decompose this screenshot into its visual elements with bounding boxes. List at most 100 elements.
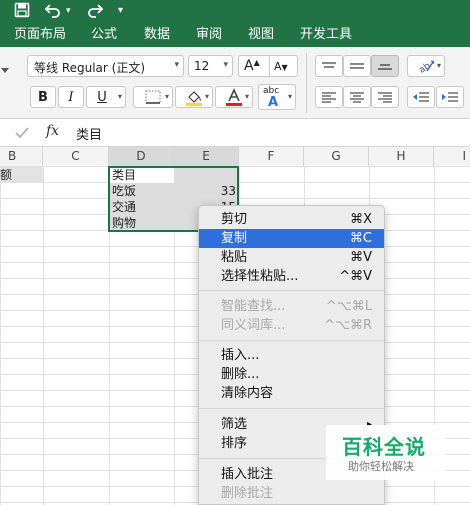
- menu-item-paste-special[interactable]: 选择性粘贴... ^⌘V: [199, 267, 384, 286]
- font-color-dropdown-icon[interactable]: ▾: [245, 92, 249, 101]
- thesaurus-label: 同义词库...: [221, 318, 286, 333]
- align-top-icon: [322, 62, 336, 68]
- watermark: 百科全说 助你轻松解决: [326, 425, 446, 480]
- paste-special-label: 选择性粘贴...: [221, 269, 299, 284]
- menu-item-insert[interactable]: 插入...: [199, 346, 384, 365]
- insert-comment-label: 插入批注: [221, 467, 274, 482]
- clear-contents-label: 清除内容: [221, 386, 274, 401]
- font-grow-shrink-group: A▲ A▼: [238, 55, 298, 77]
- align-top-button[interactable]: [315, 55, 343, 77]
- align-left-button[interactable]: [315, 86, 343, 108]
- insert-label: 插入...: [221, 348, 260, 363]
- orientation-icon: ab: [418, 60, 435, 74]
- column-header-g[interactable]: G: [304, 147, 369, 166]
- save-icon[interactable]: [14, 2, 30, 20]
- undo-icon[interactable]: [44, 2, 62, 20]
- phonetic-a-icon: A: [268, 95, 279, 110]
- decrease-indent-icon: [413, 92, 429, 102]
- column-header-h[interactable]: H: [369, 147, 434, 166]
- sort-label: 排序: [221, 436, 248, 451]
- column-header-i[interactable]: I: [434, 147, 470, 166]
- ribbon-home-panel: 等线 Regular (正文) ▾ 12 ▾ A▲ A▼ B I U ▾ ▾ ▾…: [0, 47, 470, 119]
- tab-data[interactable]: 数据: [144, 24, 170, 46]
- align-bottom-button[interactable]: [371, 55, 399, 77]
- cut-shortcut: ⌘X: [350, 212, 372, 227]
- paste-special-shortcut: ^⌘V: [339, 269, 372, 284]
- column-header-e[interactable]: E: [174, 147, 239, 166]
- filter-label: 筛选: [221, 417, 248, 432]
- orientation-dropdown-icon[interactable]: ▾: [437, 61, 441, 70]
- underline-dropdown-icon[interactable]: ▾: [118, 92, 122, 101]
- customize-qat-icon[interactable]: ▾: [118, 2, 123, 20]
- fill-color-button[interactable]: ▾: [175, 86, 213, 108]
- align-left-icon: [322, 92, 336, 103]
- watermark-subtitle: 助你轻松解决: [348, 460, 414, 473]
- menu-separator: [199, 290, 384, 291]
- menu-item-smart-lookup[interactable]: 智能查找... ^⌥⌘L: [199, 297, 384, 316]
- phonetic-guide-button[interactable]: abc A ▾: [258, 84, 296, 110]
- menu-item-delete-comment[interactable]: 删除批注: [199, 484, 384, 503]
- decrease-indent-button[interactable]: [407, 86, 435, 108]
- phonetic-dropdown-icon[interactable]: ▾: [288, 92, 292, 101]
- thesaurus-shortcut: ^⌥⌘R: [324, 318, 372, 333]
- copy-shortcut: ⌘C: [349, 231, 372, 246]
- orientation-button[interactable]: ab ▾: [407, 55, 445, 77]
- fill-color-dropdown-icon[interactable]: ▾: [205, 92, 209, 101]
- increase-indent-button[interactable]: [436, 86, 464, 108]
- underline-label: U: [97, 89, 107, 105]
- increase-font-size-icon[interactable]: A▲: [244, 58, 260, 74]
- tab-page-layout[interactable]: 页面布局: [14, 24, 66, 46]
- column-header-f[interactable]: F: [239, 147, 304, 166]
- paste-label: 粘贴: [221, 250, 248, 265]
- font-color-icon: [226, 88, 242, 106]
- column-header-d[interactable]: D: [109, 147, 174, 166]
- increase-indent-icon: [442, 92, 458, 102]
- ribbon-collapse-icon[interactable]: [0, 63, 10, 79]
- align-right-button[interactable]: [371, 86, 399, 108]
- menu-item-cut[interactable]: 剪切 ⌘X: [199, 210, 384, 229]
- cell-b1[interactable]: 额: [0, 167, 43, 183]
- decrease-font-size-icon[interactable]: A▼: [274, 60, 288, 73]
- smart-lookup-shortcut: ^⌥⌘L: [325, 299, 372, 314]
- copy-label: 复制: [221, 231, 248, 246]
- tab-formulas[interactable]: 公式: [91, 24, 117, 46]
- italic-button[interactable]: I: [58, 86, 84, 108]
- menu-item-paste[interactable]: 粘贴 ⌘V: [199, 248, 384, 267]
- tab-review[interactable]: 审阅: [196, 24, 222, 46]
- align-bottom-icon: [378, 64, 392, 70]
- bold-button[interactable]: B: [30, 86, 56, 108]
- font-size-combobox[interactable]: 12 ▾: [188, 55, 233, 77]
- font-color-button[interactable]: ▾: [215, 86, 253, 108]
- align-center-icon: [350, 92, 364, 103]
- menu-item-delete[interactable]: 删除...: [199, 365, 384, 384]
- align-middle-icon: [350, 63, 364, 69]
- column-header-c[interactable]: C: [43, 147, 109, 166]
- borders-icon: [145, 90, 161, 104]
- align-middle-button[interactable]: [343, 55, 371, 77]
- ribbon-title-bar: ▾ ▾ 页面布局 公式 数据 审阅 视图 开发工具: [0, 0, 470, 47]
- tab-developer[interactable]: 开发工具: [300, 24, 352, 46]
- smart-lookup-label: 智能查找...: [221, 299, 286, 314]
- watermark-title: 百科全说: [342, 435, 426, 459]
- insert-function-icon[interactable]: fx: [46, 123, 59, 139]
- align-center-button[interactable]: [343, 86, 371, 108]
- column-header-b[interactable]: B: [0, 147, 43, 166]
- redo-icon[interactable]: [86, 2, 104, 20]
- column-headers: B C D E F G H I: [0, 147, 470, 167]
- font-size-value: 12: [194, 59, 210, 73]
- checkmark-icon[interactable]: [15, 127, 29, 138]
- svg-text:ab: ab: [418, 61, 433, 74]
- menu-item-thesaurus[interactable]: 同义词库... ^⌥⌘R: [199, 316, 384, 335]
- font-name-combobox[interactable]: 等线 Regular (正文) ▾: [27, 55, 184, 77]
- paint-bucket-icon: [186, 91, 202, 106]
- menu-item-clear-contents[interactable]: 清除内容: [199, 384, 384, 403]
- font-size-dropdown-icon[interactable]: ▾: [223, 60, 228, 70]
- formula-input[interactable]: 类目: [76, 124, 102, 143]
- borders-button[interactable]: ▾: [133, 86, 173, 108]
- tab-view[interactable]: 视图: [248, 24, 274, 46]
- font-name-dropdown-icon[interactable]: ▾: [174, 60, 179, 70]
- underline-button[interactable]: U ▾: [86, 86, 126, 108]
- undo-dropdown-arrow[interactable]: ▾: [66, 2, 71, 20]
- borders-dropdown-icon[interactable]: ▾: [165, 92, 169, 101]
- menu-item-copy[interactable]: 复制 ⌘C: [199, 229, 384, 248]
